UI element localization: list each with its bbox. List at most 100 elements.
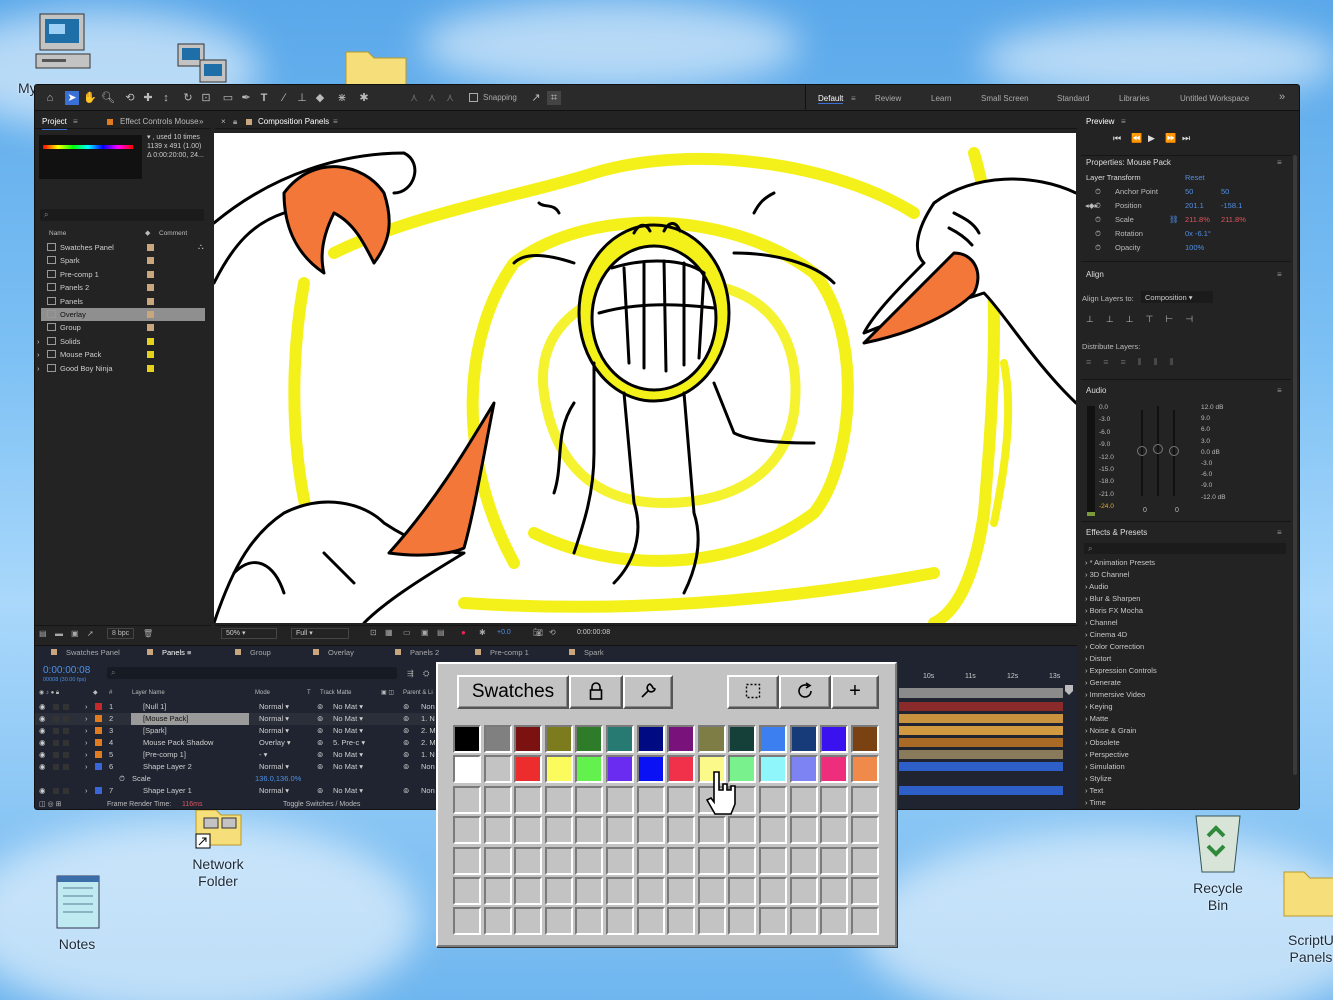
swatches-title-button[interactable]: Swatches (457, 675, 569, 709)
tab-menu-icon[interactable]: ≡ (187, 648, 191, 657)
empty-swatch-slot[interactable] (636, 816, 665, 845)
lock-button[interactable] (569, 675, 623, 709)
label-column-icon[interactable]: ◆ (145, 229, 150, 237)
folder-desktop-icon[interactable] (342, 44, 410, 87)
snapshot-icon[interactable]: 📷︎ (533, 628, 543, 637)
chevron-right-icon[interactable]: › (1085, 678, 1088, 687)
blend-mode-dropdown[interactable]: Normal ▾ (259, 761, 289, 773)
matte-link-icon[interactable]: ⊚ (317, 785, 323, 797)
settings-button[interactable] (623, 675, 673, 709)
timeline-tab[interactable]: Swatches Panel (51, 648, 120, 657)
timeline-tab[interactable]: Group (235, 648, 271, 657)
properties-menu-icon[interactable]: ≡ (1277, 158, 1282, 167)
network-folder-desktop-icon[interactable]: Network Folder (176, 806, 260, 890)
label-color-swatch[interactable] (147, 244, 154, 251)
audio-knob-mid[interactable] (1153, 444, 1163, 454)
pan-tool-icon[interactable]: ✚ (141, 91, 155, 105)
empty-swatch-slot[interactable] (759, 816, 787, 845)
workspace-review[interactable]: Review (875, 94, 901, 103)
work-area-bar[interactable] (899, 688, 1063, 698)
lock-panel-icon[interactable]: 🔒︎ (233, 115, 237, 129)
chevron-right-icon[interactable]: › (1085, 786, 1088, 795)
layer-duration-bar[interactable] (899, 702, 1063, 711)
track-matte-dropdown[interactable]: No Mat ▾ (333, 701, 363, 713)
position-value-1[interactable]: 201.1 (1185, 201, 1204, 210)
effects-category[interactable]: › Generate (1085, 678, 1121, 687)
audio-knob-left[interactable] (1137, 446, 1147, 456)
parent-dropdown[interactable]: Non (421, 785, 435, 797)
empty-swatch-slot[interactable] (606, 907, 634, 936)
effects-category[interactable]: › Text (1085, 786, 1103, 795)
prev-frame-icon[interactable]: ⏪ (1131, 133, 1142, 144)
effects-category[interactable]: › Obsolete (1085, 738, 1120, 747)
brush-tool-icon[interactable]: ∕ (277, 91, 291, 105)
layer-name[interactable]: Shape Layer 2 (131, 761, 249, 773)
empty-swatch-slot[interactable] (667, 785, 696, 814)
flowchart-icon[interactable]: ⛬ (198, 242, 204, 252)
empty-swatch-slot[interactable] (759, 907, 787, 936)
chevron-right-icon[interactable]: › (1085, 570, 1088, 579)
label-color-swatch[interactable] (147, 257, 154, 265)
empty-swatch-slot[interactable] (483, 785, 512, 814)
layer-duration-bar[interactable] (899, 726, 1063, 735)
adjust-icon[interactable]: ➚ (87, 629, 94, 638)
effects-category[interactable]: › Distort (1085, 654, 1111, 663)
empty-swatch-slot[interactable] (759, 846, 787, 875)
eye-icon[interactable]: ◉ (39, 701, 46, 713)
layer-color-label[interactable] (95, 787, 102, 794)
chevron-right-icon[interactable]: › (1085, 774, 1088, 783)
matte-link-icon[interactable]: ⊚ (317, 761, 323, 773)
empty-swatch-slot[interactable] (636, 785, 665, 814)
column-layer-name[interactable]: Layer Name (132, 688, 165, 698)
empty-swatch-slot[interactable] (850, 907, 879, 936)
timeline-tab[interactable]: Overlay (313, 648, 354, 657)
parent-dropdown[interactable]: 1. N (421, 749, 435, 761)
track-matte-dropdown[interactable]: No Mat ▾ (333, 785, 363, 797)
label-color-swatch[interactable] (147, 284, 154, 292)
my-computer-desktop-icon[interactable]: My (18, 10, 102, 96)
snap-extend-icon[interactable]: ↗ (529, 91, 543, 105)
lock-toggle[interactable] (63, 716, 69, 722)
eye-icon[interactable]: ◉ (39, 737, 46, 749)
layer-duration-bar[interactable] (899, 714, 1063, 723)
parent-pickwhip-icon[interactable]: ⊚ (403, 737, 409, 749)
project-item[interactable]: › Good Boy Ninja (37, 362, 205, 375)
color-swatch[interactable] (636, 725, 665, 753)
color-swatch[interactable] (759, 755, 787, 784)
column-track-matte[interactable]: Track Matte (320, 688, 351, 698)
selection-tool-icon[interactable]: ➤ (65, 91, 79, 105)
play-icon[interactable]: ▶ (1148, 133, 1155, 144)
empty-swatch-slot[interactable] (606, 877, 634, 905)
color-swatch[interactable] (575, 725, 604, 753)
orbit-tool-icon[interactable]: ⟲ (123, 91, 137, 105)
solo-toggle[interactable] (53, 728, 59, 734)
comp-flowchart-icon[interactable]: ⇶ (407, 669, 414, 678)
column-mode[interactable]: Mode (255, 688, 270, 698)
chevron-right-icon[interactable]: › (37, 335, 40, 348)
first-frame-icon[interactable]: ⏮ (1113, 133, 1121, 144)
effects-menu-icon[interactable]: ≡ (1277, 528, 1282, 537)
scale-value-1[interactable]: 211.8% (1185, 215, 1210, 224)
empty-swatch-slot[interactable] (606, 816, 634, 845)
empty-swatch-slot[interactable] (667, 816, 696, 845)
parent-pickwhip-icon[interactable]: ⊚ (403, 785, 409, 797)
layer-color-label[interactable] (95, 763, 102, 770)
color-swatch[interactable] (697, 725, 726, 753)
effects-category[interactable]: › Channel (1085, 618, 1118, 627)
track-matte-dropdown[interactable]: No Mat ▾ (333, 713, 363, 725)
audio-menu-icon[interactable]: ≡ (1277, 386, 1282, 395)
color-swatch[interactable] (514, 755, 543, 784)
empty-swatch-slot[interactable] (759, 877, 787, 905)
layer-color-label[interactable] (95, 751, 102, 758)
chevron-right-icon[interactable]: › (1085, 642, 1088, 651)
timeline-timecode[interactable]: 0:00:00:08 (43, 665, 90, 676)
parent-dropdown[interactable]: 2. M (421, 737, 436, 749)
pen-tool-icon[interactable]: ✒ (239, 91, 253, 105)
parent-dropdown[interactable]: Non (421, 701, 435, 713)
workspace-default[interactable]: Default (818, 94, 844, 104)
label-color-swatch[interactable] (147, 351, 154, 359)
chevron-right-icon[interactable]: › (1085, 606, 1088, 615)
empty-swatch-slot[interactable] (606, 785, 634, 814)
empty-swatch-slot[interactable] (697, 846, 726, 875)
new-folder-icon[interactable]: ▬ (55, 629, 63, 638)
